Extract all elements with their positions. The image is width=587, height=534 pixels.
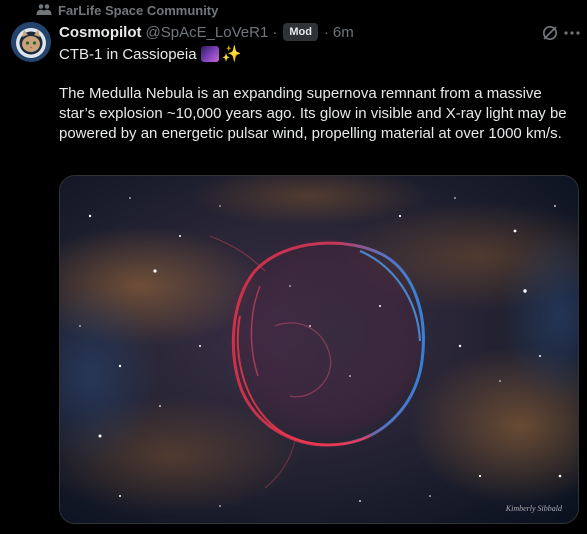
more-button[interactable] (563, 26, 581, 45)
more-icon (564, 31, 580, 35)
post-media[interactable]: Kimberly Sibbald (59, 175, 579, 524)
astronaut-cat-avatar (11, 22, 51, 62)
separator-dot: · (272, 23, 278, 41)
grok-icon (542, 25, 558, 41)
community-label[interactable]: FarLife Space Community (36, 2, 218, 18)
post-timestamp[interactable]: 6m (333, 24, 354, 41)
post-header: Cosmopilot @SpAcE_LoVeR1 · Mod · 6m (59, 22, 354, 42)
community-icon (36, 4, 52, 15)
post-title-text: CTB-1 in Cassiopeia (59, 45, 197, 63)
separator-dot: · (323, 23, 329, 41)
milky-way-emoji (200, 46, 219, 62)
avatar[interactable] (11, 22, 51, 62)
nebula-photo (60, 176, 578, 523)
photo-credit: Kimberly Sibbald (505, 504, 562, 513)
sparkles-emoji: ✨ (221, 46, 242, 63)
post-body: The Medulla Nebula is an expanding super… (59, 85, 567, 142)
author-display-name[interactable]: Cosmopilot (59, 24, 142, 41)
community-name: FarLife Space Community (58, 2, 219, 18)
grok-button[interactable] (541, 24, 559, 47)
post-title: CTB-1 in Cassiopeia ✨ (59, 44, 241, 64)
author-handle[interactable]: @SpAcE_LoVeR1 (146, 24, 269, 41)
moderator-badge: Mod (283, 23, 318, 41)
